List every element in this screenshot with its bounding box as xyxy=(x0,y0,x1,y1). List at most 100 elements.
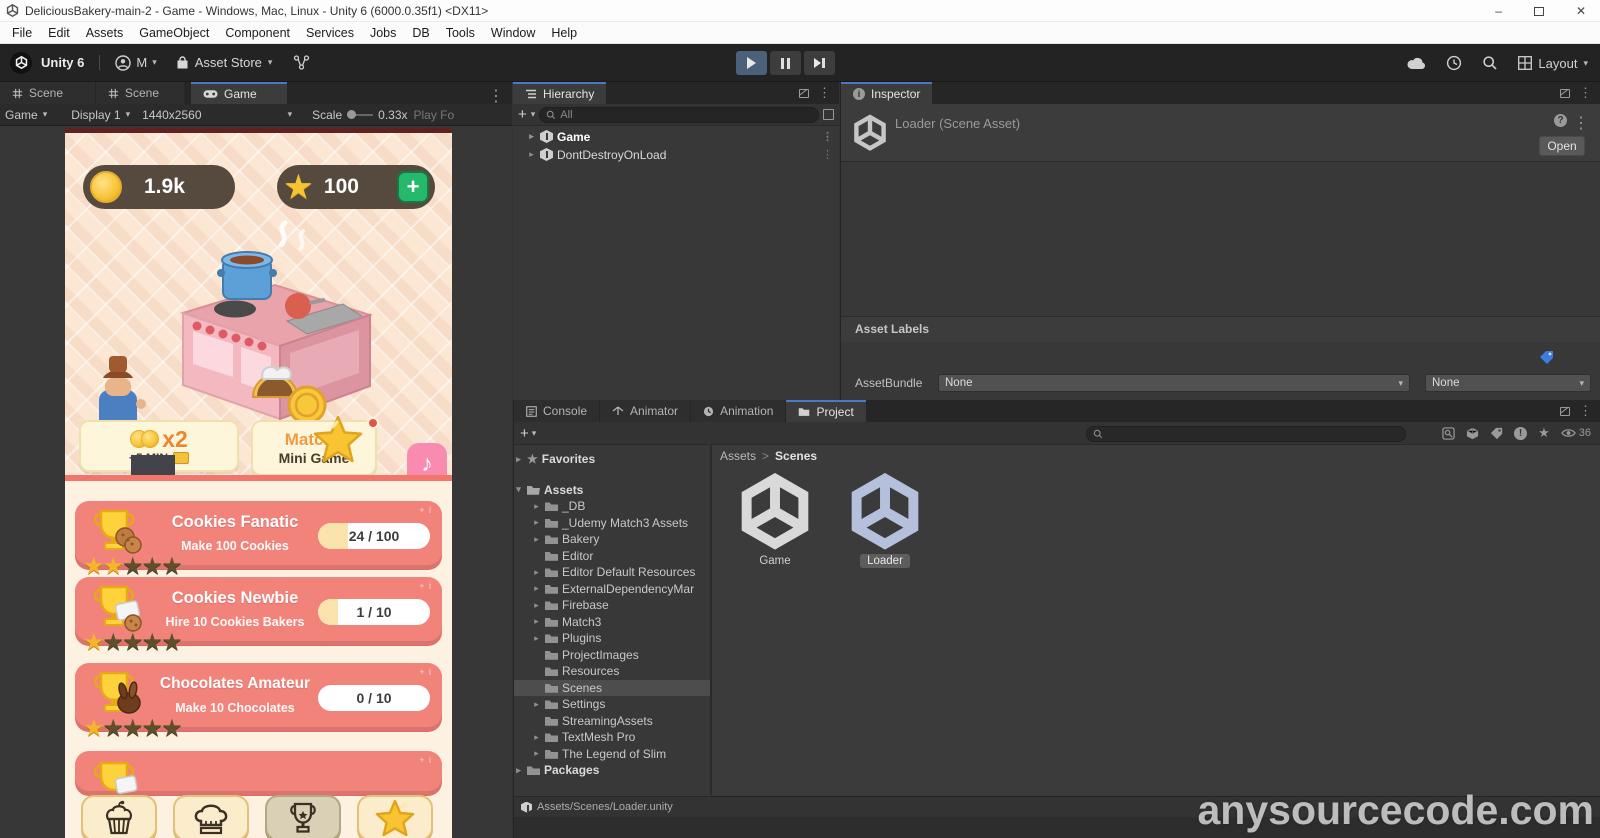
achievement-card[interactable]: + i Chocolates Amateur Make 10 Chocolate… xyxy=(75,663,442,731)
expand-arrow-icon[interactable]: ▸ xyxy=(532,616,541,627)
open-button[interactable]: Open xyxy=(1539,136,1585,156)
tree-item[interactable]: ▸ExternalDependencyMar xyxy=(514,581,710,598)
label-filter-icon[interactable] xyxy=(1490,427,1503,440)
assetbundle-dropdown[interactable]: None ▾ xyxy=(938,374,1410,392)
play-button[interactable] xyxy=(736,51,767,75)
item-kebab[interactable]: ⋮ xyxy=(822,130,833,143)
cloud-icon[interactable] xyxy=(1407,57,1426,70)
maximize-button[interactable] xyxy=(1534,7,1544,16)
asset-game-scene[interactable]: Game xyxy=(732,473,818,569)
header-kebab[interactable]: ⋮ xyxy=(1573,113,1589,133)
hierarchy-item-game[interactable]: ▸ Game ⋮ xyxy=(513,128,839,145)
add-stars-button[interactable]: + xyxy=(397,171,429,203)
tab-project[interactable]: Project xyxy=(786,400,865,422)
stove-illustration[interactable] xyxy=(135,201,385,436)
expand-arrow-icon[interactable]: ▸ xyxy=(532,732,541,743)
expand-arrow-icon[interactable]: ▸ xyxy=(532,567,541,578)
expand-arrow-icon[interactable]: ▸ xyxy=(532,633,541,644)
expand-arrow-icon[interactable]: ▸ xyxy=(532,501,541,512)
asset-labels-section[interactable]: Asset Labels xyxy=(841,316,1600,342)
nav-bakery-button[interactable] xyxy=(81,795,157,838)
expand-arrow-icon[interactable]: ▸ xyxy=(532,517,541,528)
menu-window[interactable]: Window xyxy=(483,26,543,40)
chevron-down-icon[interactable]: ▾ xyxy=(532,428,537,439)
tree-item-packages[interactable]: ▸Packages xyxy=(514,762,710,779)
tree-item[interactable]: ▸Editor Default Resources xyxy=(514,564,710,581)
tree-item[interactable]: StreamingAssets xyxy=(514,713,710,730)
panel-menu-kebab[interactable]: ⋮ xyxy=(1579,403,1592,419)
tab-console[interactable]: Console xyxy=(514,400,599,422)
tree-item[interactable]: ▸The Legend of Slim xyxy=(514,746,710,763)
expand-arrow-icon[interactable]: ▸ xyxy=(514,454,523,465)
breadcrumb-current[interactable]: Scenes xyxy=(775,449,817,463)
tree-item[interactable]: ProjectImages xyxy=(514,647,710,664)
asset-loader-scene-selected[interactable]: Loader xyxy=(842,473,928,569)
expand-arrow-icon[interactable]: ▸ xyxy=(532,699,541,710)
breadcrumb-root[interactable]: Assets xyxy=(720,449,756,463)
dock-icon[interactable] xyxy=(1560,407,1570,416)
tab-animator[interactable]: Animator xyxy=(600,400,690,422)
menu-component[interactable]: Component xyxy=(217,26,298,40)
pause-button[interactable] xyxy=(770,51,801,75)
help-icon[interactable]: ? xyxy=(1554,114,1567,127)
tab-hierarchy[interactable]: Hierarchy xyxy=(513,82,606,104)
tree-item-scenes-selected[interactable]: Scenes xyxy=(514,680,710,697)
expand-arrow-icon[interactable]: ▸ xyxy=(527,131,536,142)
menu-file[interactable]: File xyxy=(4,26,40,40)
nav-stars-button[interactable] xyxy=(357,795,433,838)
menu-help[interactable]: Help xyxy=(543,26,585,40)
expand-arrow-icon[interactable]: ▸ xyxy=(514,765,523,776)
tab-inspector[interactable]: i Inspector xyxy=(841,82,932,104)
panel-menu-kebab[interactable]: ⋮ xyxy=(818,85,831,101)
collapse-arrow-icon[interactable]: ▾ xyxy=(514,484,523,495)
search-icon[interactable] xyxy=(1482,55,1498,71)
achievement-card[interactable]: + i Cookies Fanatic Make 100 Cookies 24 … xyxy=(75,501,442,569)
label-tag-icon[interactable] xyxy=(1539,350,1554,365)
alert-filter-icon[interactable]: ! xyxy=(1514,427,1527,440)
tree-item-favorites[interactable]: ▸★Favorites xyxy=(514,451,710,468)
render-target-dropdown[interactable]: Game▾ xyxy=(5,108,47,122)
close-button[interactable]: ✕ xyxy=(1576,4,1586,18)
collectible-star[interactable] xyxy=(313,415,363,463)
dock-icon[interactable] xyxy=(1560,89,1570,98)
layout-dropdown[interactable]: Layout ▾ xyxy=(1518,56,1588,71)
tree-item[interactable]: Resources xyxy=(514,663,710,680)
tree-item[interactable]: ▸_Udemy Match3 Assets xyxy=(514,515,710,532)
tree-item-assets[interactable]: ▾Assets xyxy=(514,482,710,499)
search-by-type-icon[interactable] xyxy=(1442,427,1455,440)
tree-item[interactable]: ▸TextMesh Pro xyxy=(514,729,710,746)
expand-arrow-icon[interactable]: ▸ xyxy=(532,534,541,545)
account-menu[interactable]: M ▾ xyxy=(115,55,156,71)
chevron-down-icon[interactable]: ▾ xyxy=(531,109,536,120)
tree-item[interactable]: ▸Match3 xyxy=(514,614,710,631)
display-dropdown[interactable]: Display 1▾ xyxy=(71,108,130,122)
dock-icon[interactable] xyxy=(799,89,809,98)
expand-arrow-icon[interactable]: ▸ xyxy=(532,748,541,759)
favorites-filter-icon[interactable]: ★ xyxy=(1538,425,1550,441)
resolution-dropdown[interactable]: 1440x2560▾ xyxy=(142,108,292,122)
menu-gameobject[interactable]: GameObject xyxy=(131,26,217,40)
step-button[interactable] xyxy=(804,51,835,75)
hidden-packages-toggle[interactable]: 36 xyxy=(1561,427,1591,439)
hierarchy-search-input[interactable]: All xyxy=(539,107,819,123)
tab-scene-2[interactable]: Scene xyxy=(96,82,184,104)
achievement-card[interactable]: + i xyxy=(75,751,442,795)
item-kebab[interactable]: ⋮ xyxy=(822,148,833,161)
tab-scene-1[interactable]: Scene xyxy=(0,82,95,104)
variant-dropdown[interactable]: None ▾ xyxy=(1425,374,1591,392)
tab-animation[interactable]: Animation xyxy=(691,400,785,422)
menu-jobs[interactable]: Jobs xyxy=(362,26,404,40)
tree-item[interactable]: Editor xyxy=(514,548,710,565)
picker-icon[interactable] xyxy=(823,109,834,120)
tree-item[interactable]: ▸_DB xyxy=(514,498,710,515)
scale-slider[interactable] xyxy=(347,114,373,116)
menu-edit[interactable]: Edit xyxy=(40,26,78,40)
create-button[interactable]: + xyxy=(518,106,527,123)
asset-bundle-filter-icon[interactable] xyxy=(1466,427,1479,440)
tree-item[interactable]: ▸Firebase xyxy=(514,597,710,614)
tab-game[interactable]: Game xyxy=(191,82,287,104)
version-control-icon[interactable] xyxy=(293,55,310,70)
tab-menu-kebab[interactable]: ⋮ xyxy=(488,86,504,106)
expand-arrow-icon[interactable]: ▸ xyxy=(527,149,536,160)
expand-arrow-icon[interactable]: ▸ xyxy=(532,600,541,611)
